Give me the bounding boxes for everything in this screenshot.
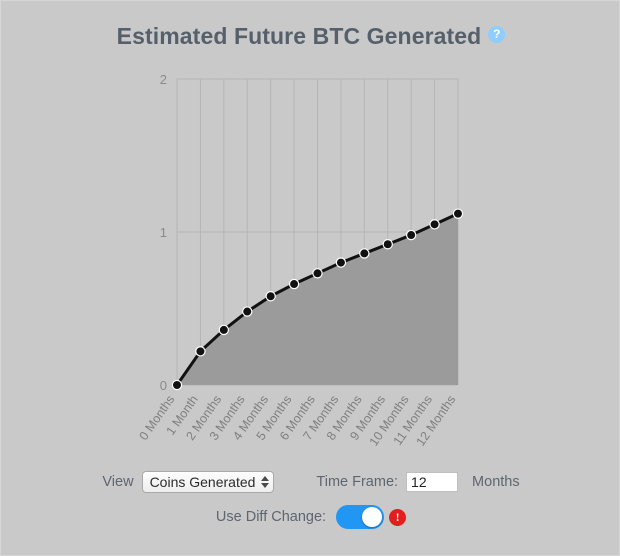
chart-x-tick-labels: 0 Months1 Month2 Months3 Months4 Months5… [136,393,458,449]
chart-data-point [242,306,253,317]
chart-data-point [288,278,300,290]
view-select[interactable]: Coins Generated [141,471,275,493]
time-frame-label: Time Frame: [316,474,399,490]
time-frame-input[interactable] [406,472,459,492]
chart-data-point [218,324,230,336]
widget-panel: Estimated Future BTC Generated? 0 1 2 0 Mo… [0,0,620,556]
view-label: View [102,474,134,490]
estimated-btc-area-chart: 0 1 2 0 Months1 Month2 Months3 Months4 Mon… [136,72,464,449]
chart-data-point [195,346,206,357]
chart-data-point [265,291,276,302]
page-title-text: Estimated Future BTC Generated [116,23,482,49]
chart-y-tick-labels: 0 1 2 [160,72,167,393]
y-tick-label: 2 [160,72,167,87]
controls-row-primary: View Coins Generated Time Frame: Months [1,467,620,497]
chart-data-point [335,257,347,268]
page-title: Estimated Future BTC Generated? [1,23,620,50]
chart-data-point [452,208,464,219]
toggle-knob [362,507,383,527]
view-select-value: Coins Generated [149,474,256,490]
chart-controls: View Coins Generated Time Frame: Months … [1,467,620,533]
use-diff-change-toggle[interactable] [336,505,385,529]
chart-data-point [312,268,323,279]
chart-container: 0 1 2 0 Months 1 Month 2 Months 3 Months 4 Mon… [1,61,620,461]
chart-data-point [405,229,417,241]
stepper-arrows-icon [261,476,270,488]
time-frame-unit-label: Months [472,474,520,490]
question-mark-icon[interactable]: ? [488,26,506,43]
chart-data-point [382,239,393,250]
chart-data-point [171,379,183,391]
chart-data-point [429,219,440,230]
chart-data-point [359,248,370,259]
y-tick-label: 1 [160,225,167,240]
alert-exclamation-icon[interactable]: ! [389,508,407,526]
controls-row-secondary: Use Diff Change: ! [1,501,620,533]
y-tick-label: 0 [160,378,167,393]
use-diff-change-label: Use Diff Change: [215,509,327,525]
